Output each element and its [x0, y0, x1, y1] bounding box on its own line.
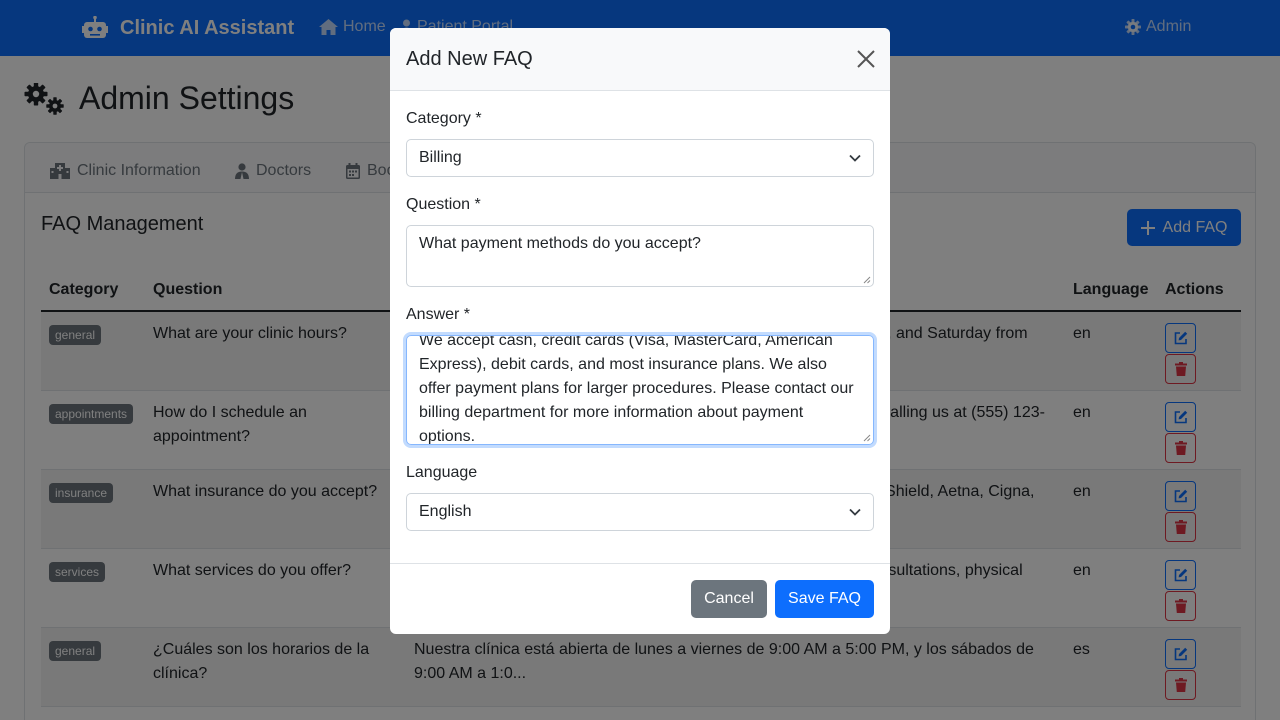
close-icon — [857, 50, 875, 68]
answer-label: Answer * — [406, 306, 471, 323]
chevron-down-icon — [849, 508, 861, 516]
chevron-down-icon — [849, 154, 861, 162]
answer-textarea[interactable]: We accept cash, credit cards (Visa, Mast… — [406, 335, 874, 445]
answer-textarea-value: We accept cash, credit cards (Visa, Mast… — [419, 335, 854, 445]
question-textarea-value: What payment methods do you accept? — [419, 235, 701, 252]
category-select-value: Billing — [419, 149, 462, 166]
resize-grip-icon[interactable] — [863, 276, 871, 284]
resize-grip-icon[interactable] — [863, 434, 871, 442]
modal-header: Add New FAQ — [390, 28, 890, 91]
modal-title: Add New FAQ — [406, 48, 533, 70]
category-label: Category * — [406, 110, 482, 127]
cancel-button[interactable]: Cancel — [691, 580, 767, 618]
language-label: Language — [406, 464, 478, 481]
language-select-value: English — [419, 503, 472, 520]
add-faq-modal: Add New FAQ Category * Billing Question … — [390, 28, 890, 634]
language-select[interactable]: English — [406, 493, 874, 531]
question-label: Question * — [406, 196, 481, 213]
close-button[interactable] — [856, 49, 876, 69]
category-select[interactable]: Billing — [406, 139, 874, 177]
question-textarea[interactable]: What payment methods do you accept? — [406, 225, 874, 287]
save-faq-button[interactable]: Save FAQ — [775, 580, 874, 618]
modal-footer: Cancel Save FAQ — [390, 563, 890, 634]
